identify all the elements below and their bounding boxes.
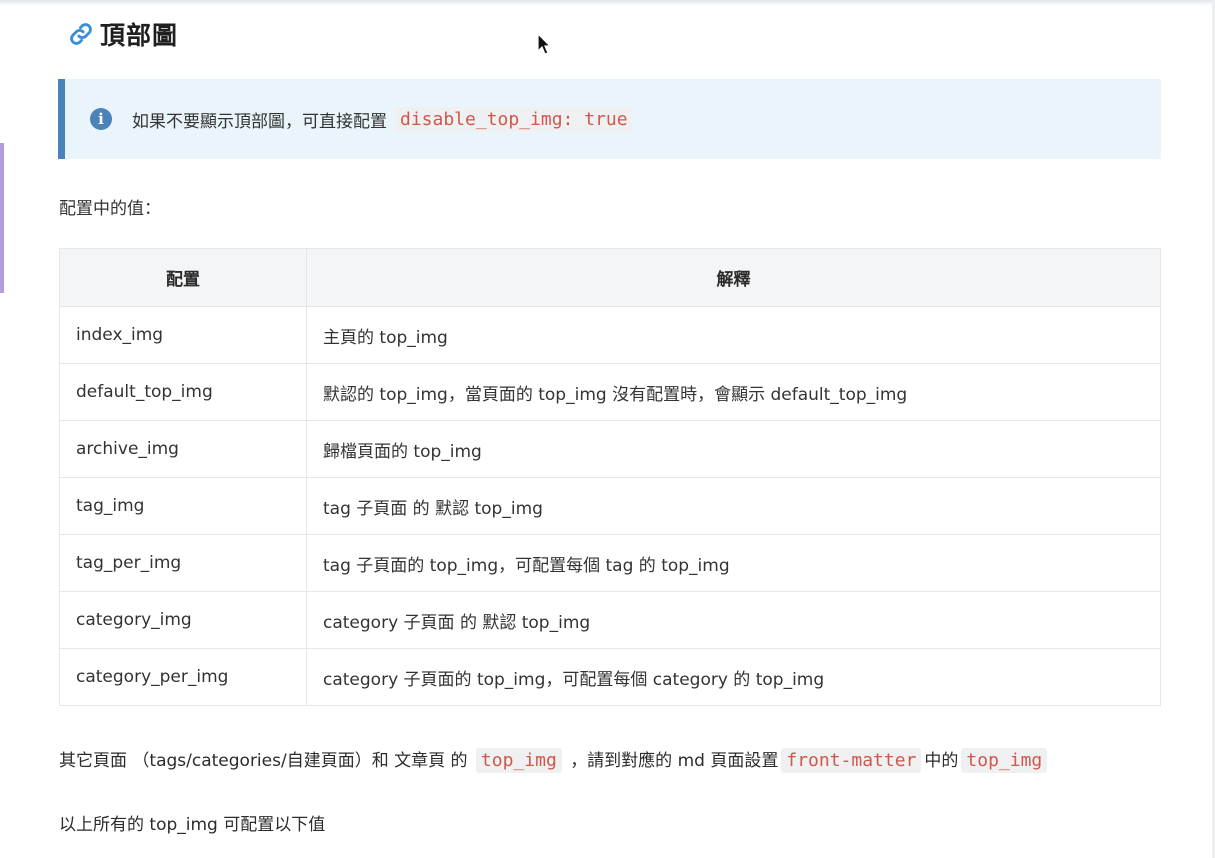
paragraph-text: 其它頁面 （tags/categories/自建頁面）和 文章頁 的 [59, 751, 468, 771]
info-note-text: 如果不要顯示頂部圖，可直接配置 [132, 111, 387, 132]
table-cell-description: 默認的 top_img，當頁面的 top_img 沒有配置時，會顯示 defau… [306, 363, 1161, 421]
table-cell-key: archive_img [59, 420, 307, 478]
table-row: tag_img tag 子頁面 的 默認 top_img [59, 477, 1161, 535]
paragraph-text: ，請到對應的 md 頁面設置 [570, 751, 779, 771]
window-top-shadow [0, 0, 1215, 6]
table-cell-key: default_top_img [59, 363, 307, 421]
sidebar-edge-accent [0, 143, 4, 293]
table-row: default_top_img 默認的 top_img，當頁面的 top_img… [59, 363, 1161, 421]
info-icon: i [90, 108, 112, 130]
mouse-cursor-icon [537, 32, 553, 61]
table-header-config: 配置 [59, 248, 307, 307]
link-icon[interactable] [68, 21, 94, 47]
table-row: tag_per_img tag 子頁面的 top_img，可配置每個 tag 的… [59, 534, 1161, 592]
table-cell-key: index_img [59, 306, 307, 364]
table-cell-key: tag_img [59, 477, 307, 535]
all-top-img-paragraph: 以上所有的 top_img 可配置以下值 [59, 815, 326, 835]
config-table: 配置 解釋 index_img 主頁的 top_img default_top_… [59, 248, 1161, 706]
table-cell-key: category_img [59, 591, 307, 649]
table-row: index_img 主頁的 top_img [59, 306, 1161, 364]
table-row: archive_img 歸檔頁面的 top_img [59, 420, 1161, 478]
table-cell-key: category_per_img [59, 648, 307, 706]
table-cell-description: category 子頁面的 top_img，可配置每個 category 的 t… [306, 648, 1161, 706]
inline-code-top-img: top_img [961, 748, 1048, 773]
inline-code-front-matter: front-matter [781, 748, 922, 773]
info-note: i 如果不要顯示頂部圖，可直接配置 disable_top_img: true [58, 79, 1161, 159]
table-row: category_img category 子頁面 的 默認 top_img [59, 591, 1161, 649]
table-header-description: 解釋 [306, 248, 1161, 307]
table-cell-description: 歸檔頁面的 top_img [306, 420, 1161, 478]
table-header-row: 配置 解釋 [59, 248, 1161, 307]
other-pages-paragraph: 其它頁面 （tags/categories/自建頁面）和 文章頁 的 top_i… [59, 746, 1050, 773]
table-cell-description: tag 子頁面 的 默認 top_img [306, 477, 1161, 535]
table-cell-key: tag_per_img [59, 534, 307, 592]
paragraph-text: 中的 [924, 751, 959, 771]
info-note-code: disable_top_img: true [395, 106, 633, 132]
page-title-text: 頂部圖 [100, 21, 179, 50]
table-cell-description: 主頁的 top_img [306, 306, 1161, 364]
page-title: 頂部圖 [68, 14, 178, 54]
table-row: category_per_img category 子頁面的 top_img，可… [59, 648, 1161, 706]
table-cell-description: category 子頁面 的 默認 top_img [306, 591, 1161, 649]
table-cell-description: tag 子頁面的 top_img，可配置每個 tag 的 top_img [306, 534, 1161, 592]
config-values-label: 配置中的值： [59, 199, 161, 219]
inline-code-top-img: top_img [475, 748, 562, 773]
